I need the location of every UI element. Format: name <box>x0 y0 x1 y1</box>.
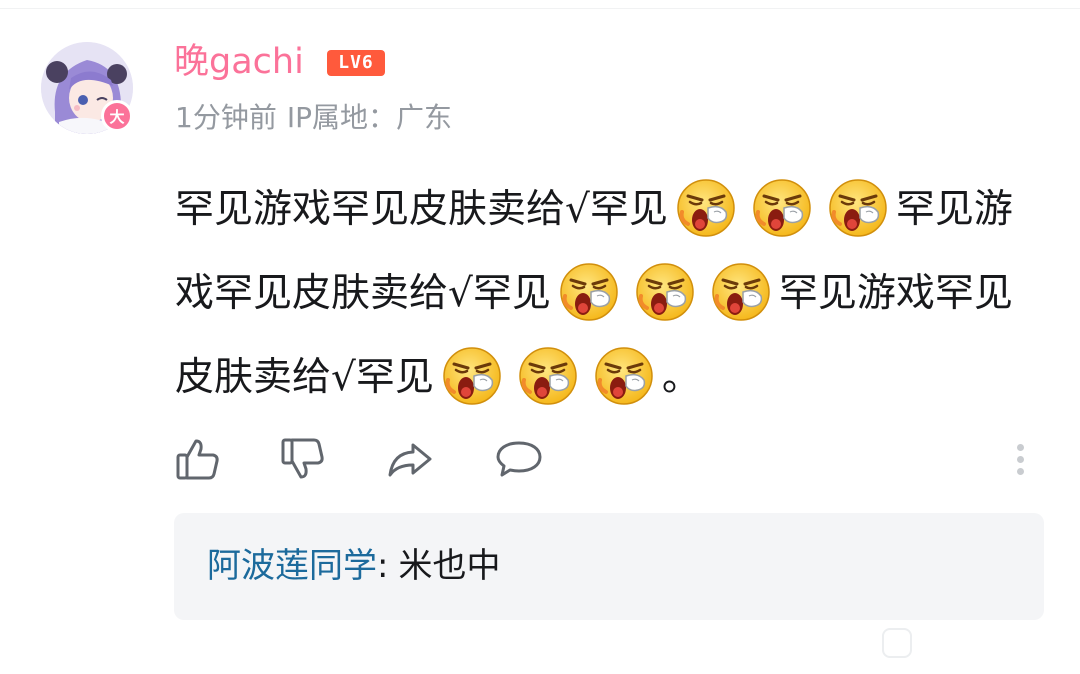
username[interactable]: 晚gachi <box>174 38 304 86</box>
angry-shout-emoji <box>711 262 771 322</box>
reply-text: 米也中 <box>398 546 501 586</box>
action-bar <box>0 430 1080 488</box>
more-vertical-icon[interactable] <box>1008 430 1032 488</box>
angry-shout-emoji <box>594 346 654 406</box>
thumbs-up-icon[interactable] <box>172 430 224 488</box>
comment-time: 1分钟前 <box>175 101 277 134</box>
share-arrow-icon[interactable] <box>384 430 436 488</box>
reply-username[interactable]: 阿波莲同学 <box>207 546 377 586</box>
angry-shout-emoji <box>676 178 736 238</box>
angry-shout-emoji <box>518 346 578 406</box>
reply-separator: : <box>377 546 389 586</box>
reply-preview[interactable]: 阿波莲同学: 米也中 <box>174 513 1044 620</box>
angry-shout-emoji <box>752 178 812 238</box>
avatar-vip-badge: 大 <box>101 100 133 132</box>
comment-text-segment: 。 <box>661 355 701 400</box>
comment-meta: 1分钟前 IP属地：广东 <box>175 96 452 140</box>
top-divider <box>0 8 1080 9</box>
angry-shout-emoji <box>442 346 502 406</box>
watermark-icon <box>882 628 912 658</box>
angry-shout-emoji <box>828 178 888 238</box>
ip-location: IP属地：广东 <box>286 101 452 134</box>
level-badge: LV6 <box>327 50 385 76</box>
thumbs-down-icon[interactable] <box>277 430 329 488</box>
angry-shout-emoji <box>635 262 695 322</box>
comment-content: 罕见游戏罕见皮肤卖给√罕见 罕见游戏罕见皮肤卖给√罕见 罕见游戏罕见皮肤卖给√罕… <box>175 168 1035 420</box>
angry-shout-emoji <box>559 262 619 322</box>
speech-bubble-icon[interactable] <box>493 430 545 488</box>
comment-text-segment: 罕见游戏罕见皮肤卖给√罕见 <box>175 187 668 232</box>
